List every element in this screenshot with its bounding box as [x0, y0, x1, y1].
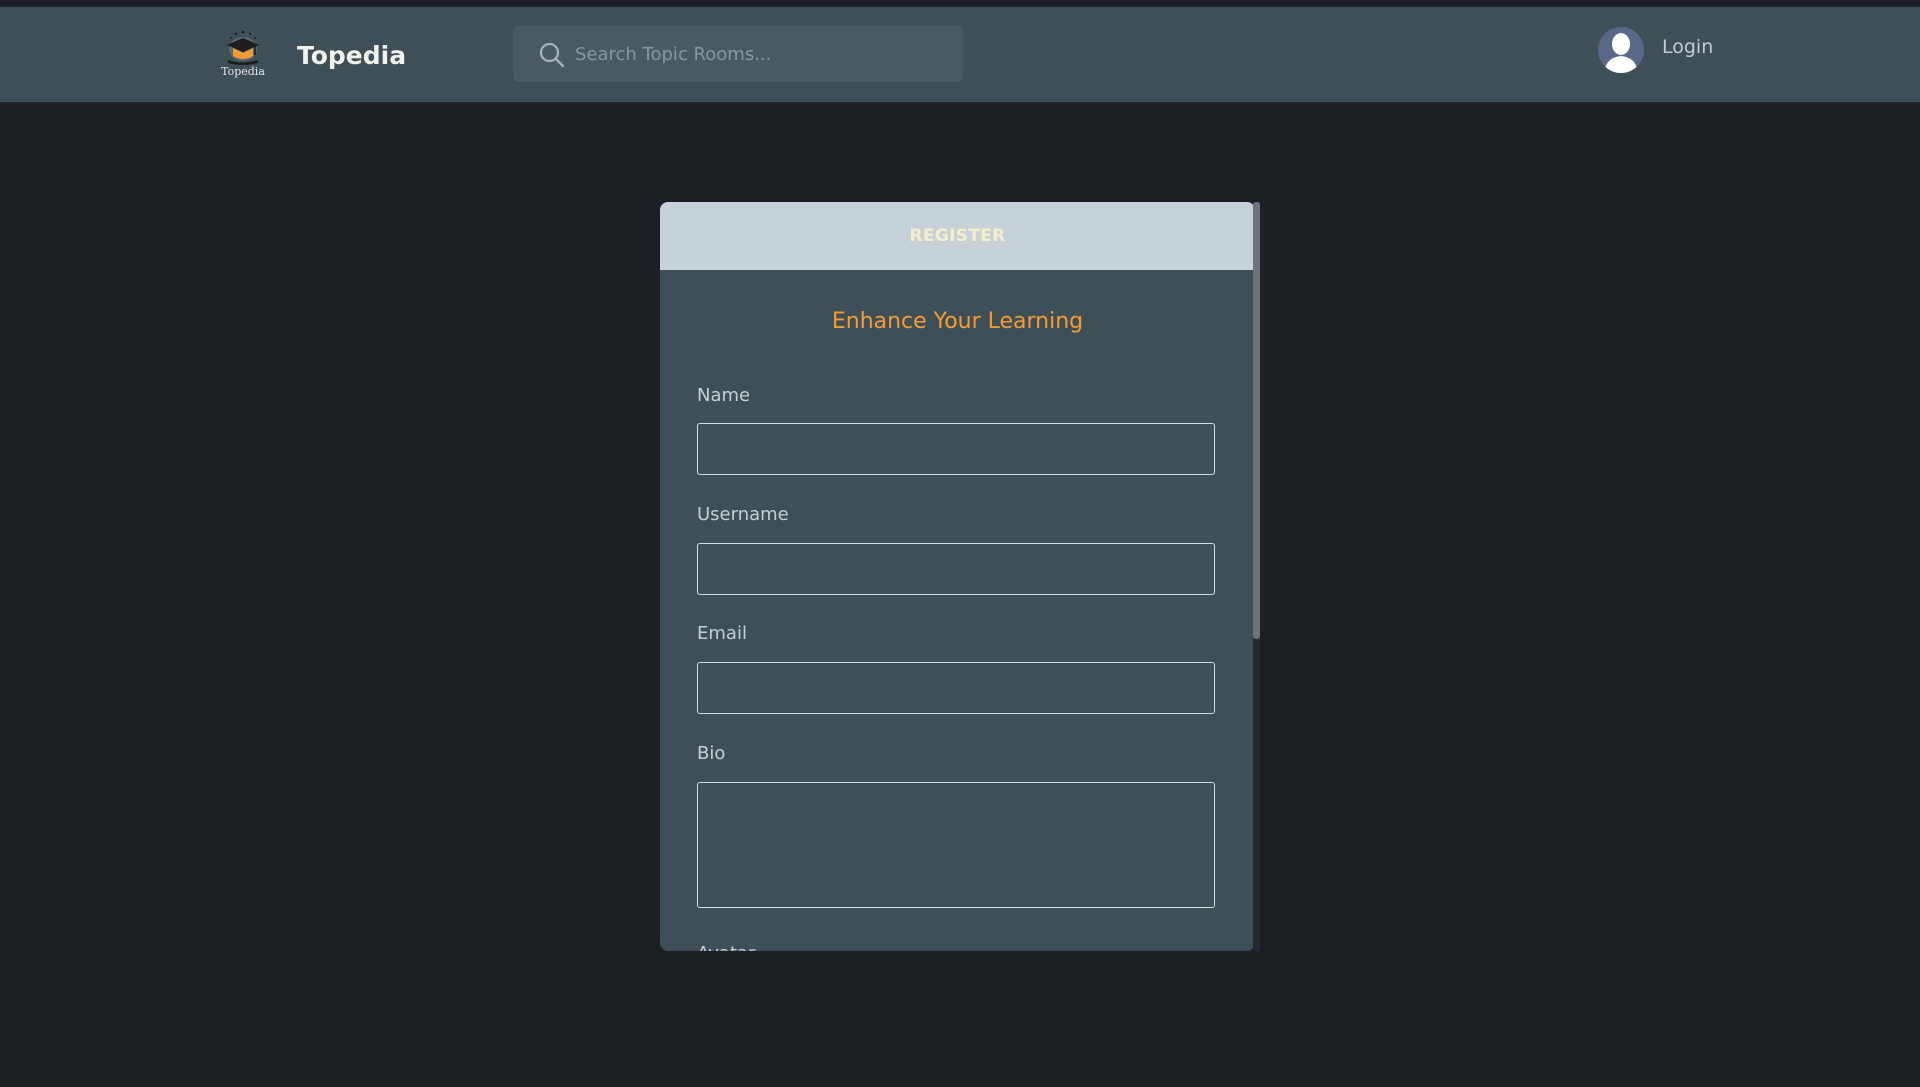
search-bar[interactable] [513, 26, 963, 82]
bio-field[interactable] [697, 782, 1215, 908]
user-avatar-icon[interactable] [1598, 27, 1644, 73]
brand-name[interactable]: Topedia [297, 41, 406, 71]
graduation-cap-icon [227, 30, 259, 65]
avatar-label: Avatar [697, 943, 755, 951]
name-label: Name [697, 385, 751, 406]
top-navbar: Topedia Topedia Login [0, 7, 1920, 102]
name-field[interactable] [697, 423, 1215, 475]
email-label: Email [697, 623, 747, 644]
avatar-silhouette-icon [1598, 27, 1644, 73]
logo-caption: Topedia [221, 65, 265, 78]
username-field[interactable] [697, 543, 1215, 595]
search-input[interactable] [575, 26, 945, 82]
topedia-logo[interactable]: Topedia [219, 29, 267, 81]
email-field[interactable] [697, 662, 1215, 714]
username-label: Username [697, 504, 789, 525]
register-card: REGISTER Enhance Your Learning Name User… [660, 202, 1255, 951]
card-scrollbar-thumb[interactable] [1253, 202, 1260, 639]
bio-label: Bio [697, 743, 726, 764]
register-subtitle: Enhance Your Learning [831, 309, 1084, 334]
register-header: REGISTER [660, 202, 1255, 270]
login-link[interactable]: Login [1662, 35, 1713, 59]
top-strip [0, 0, 1920, 7]
search-icon [539, 42, 565, 68]
